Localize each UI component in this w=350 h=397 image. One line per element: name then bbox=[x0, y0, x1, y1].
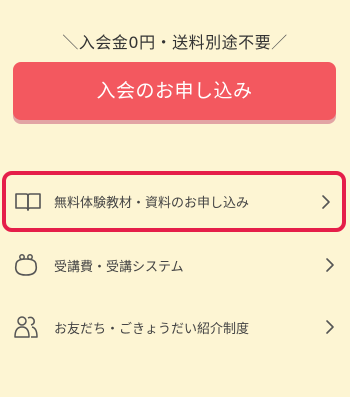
promo-text: 入会金0円・送料別途不要 bbox=[78, 33, 272, 52]
chevron-right-icon bbox=[326, 320, 334, 334]
membership-menu-page: ＼入会金0円・送料別途不要／ 入会のお申し込み 無料体験教材・資料のお申し込み … bbox=[0, 0, 350, 397]
promo-slash-left: ＼ bbox=[62, 33, 79, 52]
menu-item-label: 無料体験教材・資料のお申し込み bbox=[54, 196, 250, 211]
chevron-right-icon bbox=[322, 194, 330, 209]
promo-banner: ＼入会金0円・送料別途不要／ bbox=[0, 29, 350, 53]
chevron-right-icon bbox=[326, 258, 334, 272]
menu-item-label: お友だち・ごきょうだい紹介制度 bbox=[54, 321, 250, 337]
join-application-button[interactable]: 入会のお申し込み bbox=[13, 62, 336, 120]
coin-purse-icon bbox=[12, 251, 40, 279]
menu-item-label: 受講費・受講システム bbox=[54, 259, 184, 275]
friends-icon bbox=[12, 313, 40, 341]
menu-item-free-trial[interactable]: 無料体験教材・資料のお申し込み bbox=[2, 171, 346, 232]
menu-item-referral[interactable]: お友だち・ごきょうだい紹介制度 bbox=[0, 298, 350, 356]
menu-item-fees-system[interactable]: 受講費・受講システム bbox=[0, 236, 350, 294]
promo-slash-right: ／ bbox=[271, 33, 288, 52]
book-icon bbox=[14, 188, 42, 216]
